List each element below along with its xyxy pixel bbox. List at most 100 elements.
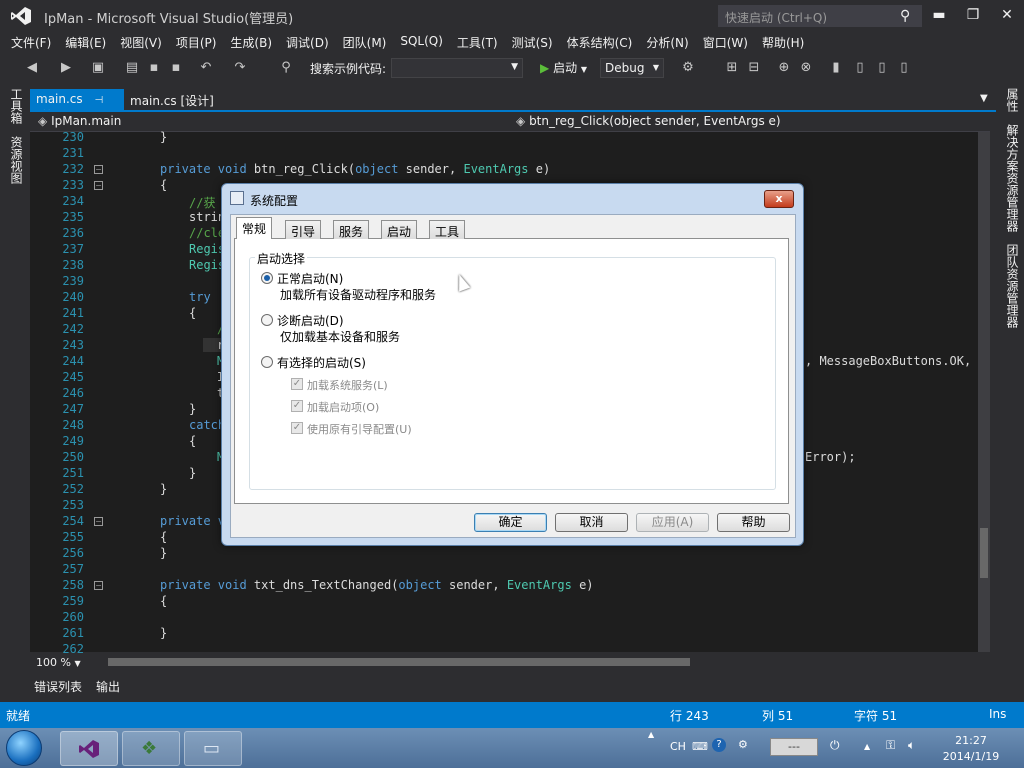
fold-toggle[interactable]: − — [94, 581, 103, 590]
menu-tools[interactable]: 工具(T) — [450, 32, 505, 54]
help-icon[interactable]: ? — [712, 738, 726, 752]
member-dropdown[interactable]: ◈ btn_reg_Click(object sender, EventArgs… — [516, 114, 781, 128]
pin-icon[interactable]: ⊣ — [94, 95, 103, 106]
menu-team[interactable]: 团队(M) — [336, 32, 394, 54]
menu-sql[interactable]: SQL(Q) — [393, 32, 450, 54]
tab-output[interactable]: 输出 — [92, 676, 124, 698]
resource-view-tab[interactable]: 资源视图 — [8, 136, 25, 184]
dialog-close-button[interactable]: x — [764, 190, 794, 208]
fold-toggle[interactable]: − — [94, 165, 103, 174]
search-sample-combo[interactable]: ▼ — [391, 58, 523, 78]
taskbar-system-config[interactable]: ▭ — [184, 731, 242, 766]
bookmark-icon[interactable]: ▮ — [828, 60, 844, 76]
layout-icon[interactable]: ⊞ — [724, 60, 740, 76]
menu-edit[interactable]: 编辑(E) — [58, 32, 113, 54]
solution-config-value: Debug — [605, 61, 645, 75]
menu-analyze[interactable]: 分析(N) — [639, 32, 695, 54]
menu-project[interactable]: 项目(P) — [169, 32, 224, 54]
clear-bookmarks-icon[interactable]: ▯ — [896, 60, 912, 76]
new-project-icon[interactable]: ▣ — [90, 60, 106, 76]
selective-startup-radio[interactable] — [261, 356, 273, 368]
tab-services[interactable]: 服务 — [333, 220, 370, 239]
tray-scroll-up-icon[interactable]: ▲ — [648, 730, 654, 739]
maximize-button[interactable]: ❐ — [958, 4, 988, 26]
menu-window[interactable]: 窗口(W) — [696, 32, 755, 54]
save-icon[interactable]: ▪ — [146, 60, 162, 76]
volume-icon[interactable]: 🔈︎ — [908, 738, 915, 753]
team-explorer-tab[interactable]: 团队资源管理器 — [1004, 244, 1021, 328]
menu-debug[interactable]: 调试(D) — [279, 32, 336, 54]
menu-file[interactable]: 文件(F) — [4, 32, 58, 54]
taskbar-package-app[interactable]: ❖ — [122, 731, 180, 766]
code-keyword: try — [189, 290, 211, 304]
tab-startup[interactable]: 启动 — [381, 220, 418, 239]
forward-icon[interactable]: ▶ — [58, 60, 74, 76]
prev-bookmark-icon[interactable]: ▯ — [852, 60, 868, 76]
start-button[interactable] — [6, 730, 42, 766]
tab-main-cs-design[interactable]: main.cs [设计] — [124, 89, 220, 112]
next-bookmark-icon[interactable]: ▯ — [874, 60, 890, 76]
power-icon[interactable]: ⏻ — [830, 738, 840, 753]
tab-overflow-chevron-icon[interactable]: ▼ — [980, 93, 988, 104]
network-icon[interactable]: ⚿ — [886, 738, 895, 753]
solution-explorer-tab[interactable]: 解决方案资源管理器 — [1004, 124, 1021, 232]
undo-icon[interactable]: ↶ — [198, 60, 214, 76]
load-startup-items-checkbox[interactable]: ✓ — [291, 400, 303, 412]
selective-startup-label[interactable]: 有选择的启动(S) — [277, 354, 366, 371]
ime-language[interactable]: CH — [670, 740, 686, 753]
solution-config-combo[interactable]: Debug ▼ — [600, 58, 664, 78]
type-dropdown[interactable]: ◈ IpMan.main — [38, 114, 121, 128]
fold-toggle[interactable]: − — [94, 181, 103, 190]
quick-launch-input[interactable]: 快速启动 (Ctrl+Q) — [718, 5, 922, 27]
normal-startup-label[interactable]: 正常启动(N) — [277, 270, 343, 287]
breakpoint-icon[interactable]: ⊕ — [776, 60, 792, 76]
diagnostic-startup-radio[interactable] — [261, 314, 273, 326]
tab-error-list[interactable]: 错误列表 — [30, 676, 86, 698]
apply-button[interactable]: 应用(A) — [636, 513, 709, 532]
clock[interactable]: 21:27 2014/1/19 — [940, 733, 1002, 765]
line-number: 257 — [62, 562, 84, 576]
start-debug-button[interactable]: ▶ 启动 ▼ — [540, 59, 587, 76]
horizontal-scroll-thumb[interactable] — [108, 658, 690, 666]
keyboard-icon[interactable]: ⌨ — [692, 740, 708, 753]
load-system-services-checkbox[interactable]: ✓ — [291, 378, 303, 390]
normal-startup-radio[interactable] — [261, 272, 273, 284]
save-all-icon[interactable]: ▪ — [168, 60, 184, 76]
tab-general[interactable]: 常规 — [236, 217, 273, 239]
menu-view[interactable]: 视图(V) — [113, 32, 169, 54]
redo-icon[interactable]: ↷ — [232, 60, 248, 76]
ok-button[interactable]: 确定 — [474, 513, 547, 532]
show-hidden-icons-icon[interactable]: ▲ — [864, 742, 870, 751]
menu-build[interactable]: 生成(B) — [223, 32, 279, 54]
menu-architecture[interactable]: 体系结构(C) — [560, 32, 640, 54]
tab-main-cs[interactable]: main.cs ⊣ ✕ — [30, 89, 124, 120]
back-icon[interactable]: ◀ — [24, 60, 40, 76]
vertical-scroll-thumb[interactable] — [980, 528, 988, 578]
tab-tools[interactable]: 工具 — [429, 220, 466, 239]
menu-test[interactable]: 测试(S) — [505, 32, 560, 54]
device-icon[interactable]: ⚙ — [680, 60, 696, 76]
open-file-icon[interactable]: ▤ — [124, 60, 140, 76]
battery-indicator[interactable]: --- — [770, 738, 818, 756]
minimize-button[interactable]: ▬ — [924, 4, 954, 26]
close-button[interactable]: ✕ — [992, 4, 1022, 26]
line-number: 243 — [62, 338, 84, 352]
clear-breakpoints-icon[interactable]: ⊗ — [798, 60, 814, 76]
find-icon[interactable]: ⚲ — [278, 60, 294, 76]
search-icon[interactable]: ⚲ — [900, 8, 910, 24]
cancel-button[interactable]: 取消 — [555, 513, 628, 532]
ime-settings-icon[interactable]: ⚙ — [738, 738, 748, 751]
help-button[interactable]: 帮助 — [717, 513, 790, 532]
tab-boot[interactable]: 引导 — [285, 220, 322, 239]
taskbar-visual-studio[interactable] — [60, 731, 118, 766]
properties-tab[interactable]: 属性 — [1004, 88, 1021, 112]
system-config-icon — [230, 191, 244, 205]
diagnostic-startup-label[interactable]: 诊断启动(D) — [277, 312, 344, 329]
menu-help[interactable]: 帮助(H) — [755, 32, 811, 54]
menu-bar: 文件(F) 编辑(E) 视图(V) 项目(P) 生成(B) 调试(D) 团队(M… — [0, 32, 1024, 54]
toolbox-tab[interactable]: 工具箱 — [8, 88, 25, 124]
fold-toggle[interactable]: − — [94, 517, 103, 526]
align-icon[interactable]: ⊟ — [746, 60, 762, 76]
zoom-level-combo[interactable]: 100 % ▼ — [36, 656, 81, 669]
use-original-boot-config-checkbox[interactable]: ✓ — [291, 422, 303, 434]
